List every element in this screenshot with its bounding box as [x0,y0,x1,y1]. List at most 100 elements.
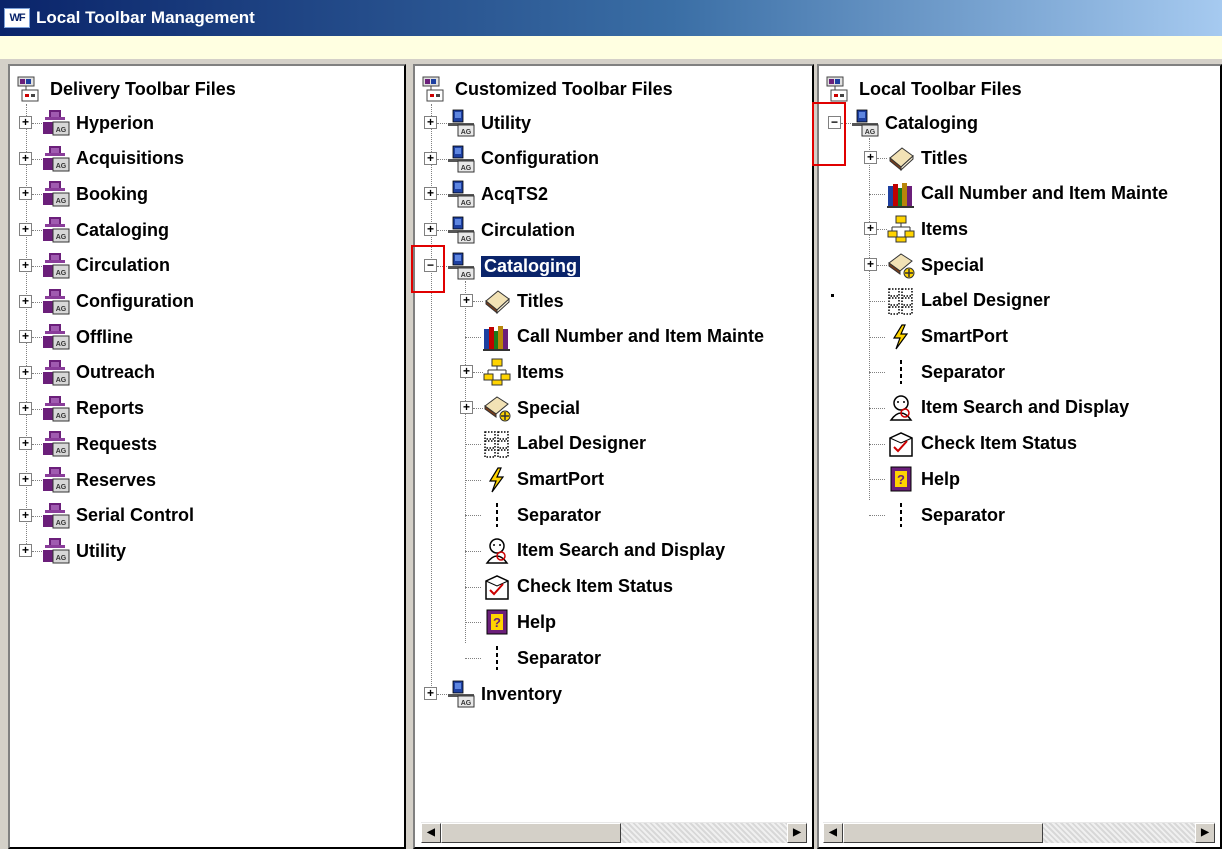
tree-child-special[interactable]: Special [887,250,984,280]
expand-toggle[interactable]: + [19,365,32,379]
tree-item-outreach[interactable]: Outreach [42,358,155,388]
scroll-left-button[interactable]: ◀ [421,822,441,843]
tree-item-inventory[interactable]: Inventory [447,679,562,709]
expand-toggle[interactable]: + [460,401,473,415]
expand-toggle[interactable]: + [424,687,437,700]
expand-toggle[interactable]: + [424,151,437,165]
horizontal-scrollbar[interactable]: ◀ ▶ [823,821,1215,843]
expand-toggle[interactable]: + [19,473,32,486]
expand-toggle[interactable]: + [19,151,32,165]
tree-item-configuration[interactable]: Configuration [42,287,194,317]
tree-item-acqts2[interactable]: AcqTS2 [447,179,548,209]
tree-item-cataloging-selected[interactable]: Cataloging [447,251,580,281]
tree-item-booking[interactable]: Booking [42,179,148,209]
local-toolbar-pane[interactable]: Local Toolbar Files − Cataloging + Titles Ca… [817,64,1222,849]
tree-child-special[interactable]: Special [483,393,580,423]
expand-toggle[interactable]: + [19,544,32,558]
expand-toggle[interactable]: + [19,401,32,415]
expand-toggle[interactable]: + [424,187,437,201]
tree-item-circulation[interactable]: Circulation [447,215,575,245]
tree-child-label-designer[interactable]: Label Designer [887,286,1050,316]
tree-child-smartport[interactable]: SmartPort [483,465,604,495]
tree-child-help[interactable]: Help [887,464,960,494]
tree-child-item-search-and-display[interactable]: Item Search and Display [483,536,725,566]
expand-toggle[interactable]: + [19,330,32,344]
scroll-track[interactable] [621,822,787,843]
tree-item-serial-control[interactable]: Serial Control [42,501,194,531]
tree-item-label: Requests [76,433,158,454]
tree-item-label: Cataloging [885,112,978,133]
customized-toolbar-pane[interactable]: Customized Toolbar Files + Utility + Config… [413,64,814,849]
scroll-track[interactable] [1043,822,1195,843]
tree-root-delivery[interactable]: Delivery Toolbar Files [16,74,236,104]
tree-child-smartport[interactable]: SmartPort [887,322,1008,352]
delivery-toolbar-pane[interactable]: Delivery Toolbar Files + Hyperion + Acquisi… [8,64,406,849]
expand-toggle[interactable]: + [19,437,32,451]
expand-toggle[interactable]: + [864,258,877,272]
scroll-right-button[interactable]: ▶ [787,822,807,843]
tree-item-label: Items [921,218,969,239]
tree-item-label: Label Designer [517,433,647,454]
tree-item-offline[interactable]: Offline [42,322,133,352]
toolbar-computer-icon [851,109,879,137]
expand-toggle[interactable]: + [19,116,32,129]
scroll-thumb[interactable] [843,822,1043,843]
tree-item-label: Item Search and Display [921,397,1130,418]
tree-item-utility[interactable]: Utility [447,108,531,138]
expand-toggle[interactable]: + [424,116,437,129]
tree-child-items[interactable]: Items [887,214,968,244]
tree-item-hyperion[interactable]: Hyperion [42,108,154,138]
tree-item-label: Utility [481,112,532,133]
scroll-right-button[interactable]: ▶ [1195,822,1215,843]
tree-item-label: Acquisitions [76,148,185,169]
expand-toggle[interactable]: + [19,294,32,308]
tree-item-label: Special [517,397,581,418]
scroll-thumb[interactable] [441,822,621,843]
tree-root-label: Delivery Toolbar Files [50,78,236,99]
tree-item-reports[interactable]: Reports [42,394,144,424]
tree-item-cataloging[interactable]: Cataloging [851,108,978,138]
tree-child-check-item-status[interactable]: Check Item Status [483,572,673,602]
tree-child-separator[interactable]: Separator [887,357,1005,387]
tree-item-utility[interactable]: Utility [42,536,126,566]
tree-item-circulation[interactable]: Circulation [42,251,170,281]
expand-toggle[interactable]: + [19,187,32,201]
tree-child-item-search-and-display[interactable]: Item Search and Display [887,393,1129,423]
tree-item-acquisitions[interactable]: Acquisitions [42,144,184,174]
scroll-left-button[interactable]: ◀ [823,822,843,843]
toolbar-root-icon [421,75,449,103]
tree-child-check-item-status[interactable]: Check Item Status [887,429,1077,459]
tree-item-label: Outreach [76,362,156,383]
expand-toggle[interactable]: + [460,365,473,379]
tree-root-customized[interactable]: Customized Toolbar Files [421,74,673,104]
tree-item-requests[interactable]: Requests [42,429,157,459]
tree-child-separator[interactable]: Separator [483,500,601,530]
tree-root-local[interactable]: Local Toolbar Files [825,74,1022,104]
tree-item-configuration[interactable]: Configuration [447,144,599,174]
expand-toggle[interactable]: + [19,223,32,237]
tree-child-call-number-and-item-mainte[interactable]: Call Number and Item Mainte [887,179,1168,209]
book-icon [887,144,915,172]
tree-item-label: SmartPort [517,469,605,489]
tree-child-call-number-and-item-mainte[interactable]: Call Number and Item Mainte [483,322,764,352]
tree-child-titles[interactable]: Titles [483,286,564,316]
tree-child-separator[interactable]: Separator [887,500,1005,530]
tree-item-label: Help [517,611,557,632]
tree-child-titles[interactable]: Titles [887,143,968,173]
expand-toggle[interactable]: + [864,222,877,236]
tree-child-items[interactable]: Items [483,357,564,387]
toolbar-computer-icon [447,216,475,244]
tree-item-reserves[interactable]: Reserves [42,465,156,495]
expand-toggle[interactable]: + [424,223,437,237]
expand-toggle[interactable]: + [19,508,32,522]
expand-toggle[interactable]: + [864,151,877,164]
tree-child-separator[interactable]: Separator [483,643,601,673]
tree-item-label: Configuration [481,148,599,169]
tree-child-help[interactable]: Help [483,607,556,637]
expand-toggle[interactable]: + [460,294,473,307]
tree-item-cataloging[interactable]: Cataloging [42,215,169,245]
expand-toggle[interactable]: + [19,258,32,272]
horizontal-scrollbar[interactable]: ◀ ▶ [421,821,807,843]
tree-item-label: Separator [921,361,1006,382]
tree-child-label-designer[interactable]: Label Designer [483,429,646,459]
